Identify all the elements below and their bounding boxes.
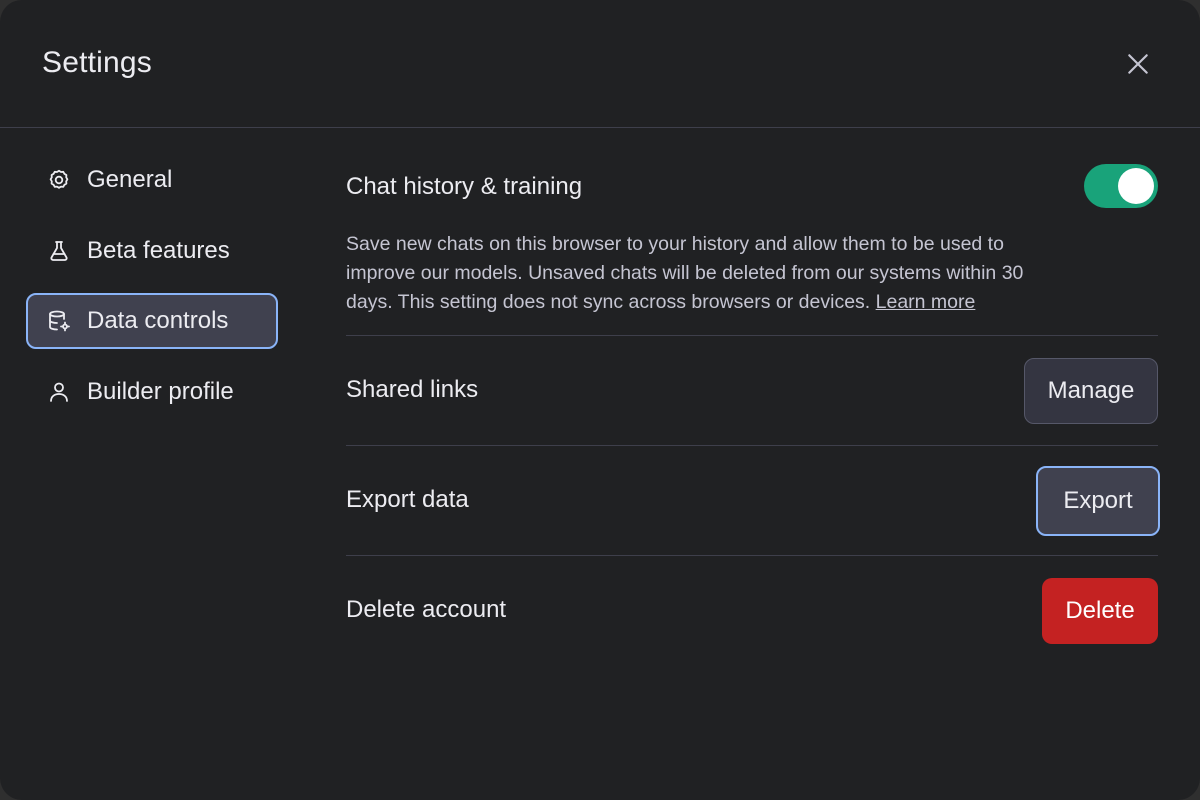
flask-icon: [46, 238, 72, 264]
export-data-label: Export data: [346, 486, 469, 513]
chat-history-label: Chat history & training: [346, 173, 583, 200]
sidebar-item-data-controls[interactable]: Data controls: [26, 293, 278, 349]
settings-sidebar: General Beta features Data controls Buil…: [26, 152, 278, 434]
delete-account-row: Delete account Delete: [346, 556, 1158, 666]
chat-history-description: Save new chats on this browser to your h…: [346, 230, 1066, 317]
manage-button[interactable]: Manage: [1024, 358, 1158, 424]
sidebar-item-label: Beta features: [87, 236, 230, 264]
learn-more-link[interactable]: Learn more: [876, 291, 976, 313]
toggle-knob: [1118, 168, 1154, 204]
sidebar-item-label: Builder profile: [87, 377, 234, 405]
shared-links-label: Shared links: [346, 376, 479, 403]
dialog-title: Settings: [42, 46, 152, 79]
delete-account-label: Delete account: [346, 596, 507, 623]
export-button[interactable]: Export: [1036, 466, 1160, 536]
sidebar-item-label: Data controls: [87, 307, 229, 334]
settings-dialog: Settings General Beta features Data cont…: [0, 0, 1200, 800]
sidebar-item-label: General: [87, 166, 173, 193]
gear-icon: [46, 167, 72, 193]
user-icon: [46, 379, 72, 405]
chat-history-toggle[interactable]: [1084, 164, 1158, 208]
sidebar-item-builder-profile[interactable]: Builder profile: [26, 364, 278, 420]
chat-history-row: Chat history & training Save new chats o…: [346, 140, 1158, 336]
sidebar-item-beta-features[interactable]: Beta features: [26, 223, 278, 279]
database-gear-icon: [46, 308, 72, 334]
sidebar-item-general[interactable]: General: [26, 152, 278, 208]
delete-button[interactable]: Delete: [1042, 578, 1158, 644]
close-button[interactable]: [1118, 44, 1158, 84]
close-icon: [1128, 54, 1148, 74]
export-data-row: Export data Export: [346, 446, 1160, 556]
shared-links-row: Shared links Manage: [346, 336, 1158, 446]
dialog-header: Settings: [0, 0, 1200, 128]
data-controls-panel: Chat history & training Save new chats o…: [346, 140, 1160, 666]
